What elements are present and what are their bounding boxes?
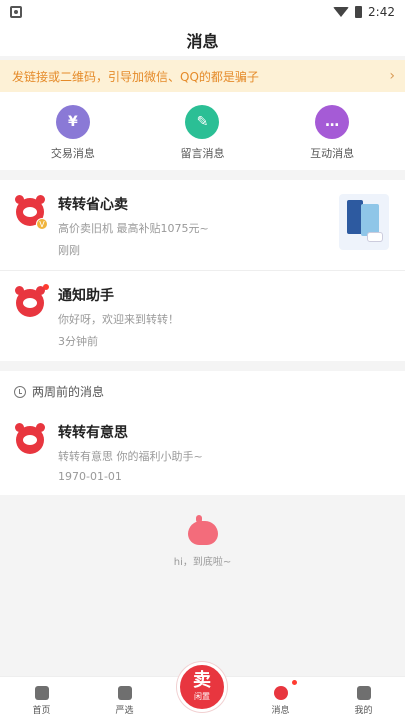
sim-icon [10, 6, 22, 18]
tab-label: 严选 [115, 706, 134, 716]
message-title: 转转省心卖 [58, 197, 128, 213]
list-end: hi，到底啦~ [0, 495, 405, 568]
fraud-notice[interactable]: 发链接或二维码，引导加微信、QQ的都是骗子 › [0, 60, 405, 92]
category-label: 互动消息 [310, 147, 355, 160]
message-time: 1970-01-01 [58, 470, 122, 483]
message-preview: 转转有意思 你的福利小助手~ [58, 450, 203, 463]
message-title: 通知助手 [58, 288, 114, 304]
chevron-right-icon: › [389, 68, 395, 84]
page-title: 消息 [0, 24, 405, 56]
category-interaction-messages[interactable]: … 互动消息 [287, 105, 377, 161]
category-trade-messages[interactable]: ¥ 交易消息 [28, 105, 118, 161]
message-time: 3分钟前 [58, 335, 98, 348]
battery-icon [355, 6, 363, 18]
status-time: 2:42 [368, 5, 395, 19]
message-list: V 转转省心卖 高价卖旧机 最高补贴1075元~ 刚刚 通知助手 你好呀，欢迎来… [0, 180, 405, 361]
avatar: V [15, 195, 48, 230]
notice-text: 发链接或二维码，引导加微信、QQ的都是骗子 [12, 69, 259, 84]
note-icon: ✎ [185, 105, 220, 139]
category-label: 交易消息 [50, 147, 95, 160]
avatar [15, 283, 50, 317]
list-item[interactable]: 通知助手 你好呀，欢迎来到转转！ 3分钟前 [0, 270, 405, 361]
message-preview: 你好呀，欢迎来到转转！ [58, 313, 179, 326]
history-section-title: 两周前的消息 [0, 371, 405, 408]
tab-home[interactable]: 首页 [12, 686, 72, 716]
shield-icon [117, 686, 132, 700]
message-title: 转转有意思 [58, 425, 128, 441]
bear-icon [356, 686, 371, 700]
history-title-text: 两周前的消息 [32, 385, 105, 399]
chat-bubble-icon: … [315, 105, 350, 139]
sell-button-main: 卖 [193, 670, 211, 691]
unread-dot [291, 680, 297, 685]
home-icon [34, 686, 49, 700]
tab-profile[interactable]: 我的 [334, 686, 394, 716]
message-time: 刚刚 [58, 244, 80, 257]
tab-label: 消息 [271, 706, 290, 716]
wifi-icon [333, 7, 350, 17]
end-of-list-text: hi，到底啦~ [173, 557, 232, 568]
yuan-icon: ¥ [55, 105, 90, 139]
tab-selected[interactable]: 严选 [95, 686, 155, 716]
tab-label: 我的 [354, 706, 373, 716]
avatar [15, 423, 45, 454]
unread-dot [42, 283, 50, 291]
category-label: 留言消息 [180, 147, 225, 160]
history-section: 两周前的消息 转转有意思 转转有意思 你的福利小助手~ 1970-01-01 [0, 371, 405, 495]
status-bar: 2:42 [0, 0, 405, 24]
clock-icon [14, 385, 26, 398]
message-icon [273, 686, 288, 700]
whale-mascot-icon [187, 515, 218, 545]
tab-label: 首页 [32, 706, 51, 716]
sell-button-sub: 闲置 [194, 692, 210, 701]
tab-messages[interactable]: 消息 [251, 680, 311, 716]
category-row: ¥ 交易消息 ✎ 留言消息 … 互动消息 [0, 92, 405, 170]
list-item[interactable]: 转转有意思 转转有意思 你的福利小助手~ 1970-01-01 [0, 408, 405, 495]
list-item[interactable]: V 转转省心卖 高价卖旧机 最高补贴1075元~ 刚刚 [0, 180, 405, 270]
verified-badge: V [36, 218, 48, 230]
message-preview: 高价卖旧机 最高补贴1075元~ [58, 222, 209, 235]
category-comment-messages[interactable]: ✎ 留言消息 [157, 105, 247, 161]
product-thumbnail [339, 194, 389, 250]
sell-button[interactable]: 卖 闲置 [177, 662, 227, 712]
